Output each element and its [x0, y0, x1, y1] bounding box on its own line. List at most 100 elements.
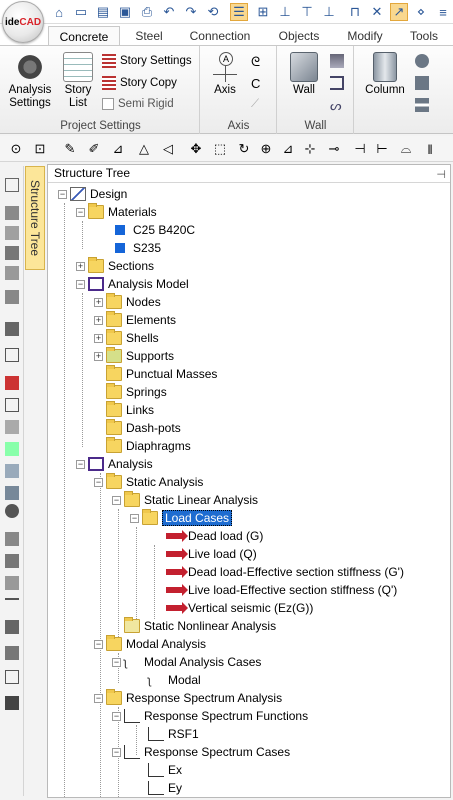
copy-icon[interactable] — [5, 398, 19, 412]
tool-icon[interactable] — [5, 620, 19, 634]
axis-button[interactable]: A Axis — [207, 52, 243, 97]
snap-icon[interactable]: ⊕ — [258, 141, 274, 157]
tree-node-load-case[interactable]: Live load (Q) — [166, 545, 257, 563]
tree-node-modal-analysis[interactable]: − Modal Analysis — [94, 635, 206, 653]
tree-node-material-c25[interactable]: C25 B420C — [112, 221, 195, 239]
collapse-icon[interactable]: − — [76, 279, 85, 289]
stair-icon[interactable] — [5, 532, 19, 546]
expand-icon[interactable]: + — [94, 315, 103, 325]
group-icon[interactable] — [5, 420, 19, 434]
tree-node-load-case[interactable]: Live load-Effective section stiffness (Q… — [166, 581, 397, 599]
diagonal-axis-icon[interactable]: ⟋ — [251, 98, 259, 111]
collapse-icon[interactable]: − — [112, 747, 121, 757]
split-icon[interactable] — [5, 464, 19, 478]
analysis-icon[interactable]: ↗ — [390, 3, 408, 21]
cut-icon[interactable]: ⊣ — [352, 141, 368, 157]
expand-icon[interactable]: + — [94, 333, 103, 343]
expand-icon[interactable]: + — [76, 261, 85, 271]
tab-steel[interactable]: Steel — [126, 26, 172, 46]
arc-axis-icon[interactable]: C — [251, 76, 260, 91]
tree-node-design[interactable]: − Design — [58, 185, 127, 203]
tree-node-response-spectrum[interactable]: − Response Spectrum Analysis — [94, 689, 282, 707]
triangle-icon[interactable]: △ — [136, 141, 152, 157]
tree-node-static-linear[interactable]: − Static Linear Analysis — [112, 491, 258, 509]
tree-node-ex[interactable]: Ex — [148, 761, 182, 779]
tree-node-load-case[interactable]: Dead load (G) — [166, 527, 263, 545]
mirror-icon[interactable]: ⊿ — [280, 141, 296, 157]
round-column-icon[interactable] — [415, 54, 429, 68]
zoom-window-icon[interactable]: ⊡ — [32, 141, 48, 157]
story-list-button[interactable]: Story List — [58, 52, 98, 110]
undo-icon[interactable]: ↶ — [160, 3, 178, 21]
column-button[interactable]: Column — [359, 52, 411, 97]
binoculars-icon[interactable] — [5, 696, 19, 710]
tree-node-rs-cases[interactable]: − Response Spectrum Cases — [112, 743, 290, 761]
collapse-icon[interactable]: − — [94, 693, 103, 703]
span-icon[interactable] — [5, 376, 19, 390]
collapse-icon[interactable]: − — [112, 711, 121, 721]
layer2-icon[interactable] — [5, 226, 19, 240]
document-icon[interactable] — [5, 348, 19, 362]
tree-node-punctual-masses[interactable]: Punctual Masses — [106, 365, 217, 383]
table-icon[interactable] — [5, 290, 19, 304]
plan-icon[interactable]: ⊥ — [276, 3, 294, 21]
wall-button[interactable]: Wall — [284, 52, 324, 97]
tree-node-load-case[interactable]: Dead load-Effective section stiffness (G… — [166, 563, 404, 581]
home-icon[interactable]: ⌂ — [50, 3, 68, 21]
section-icon[interactable]: ⊤ — [298, 3, 316, 21]
open-folder-icon[interactable]: ▤ — [94, 3, 112, 21]
collapse-icon[interactable]: − — [76, 207, 85, 217]
tree-node-diaphragms[interactable]: Diaphragms — [106, 437, 191, 455]
tree-node-load-case[interactable]: Vertical seismic (Ez(G)) — [166, 599, 313, 617]
merge-icon[interactable] — [5, 486, 19, 500]
rect-column-icon[interactable] — [415, 76, 429, 90]
circle-axis-icon[interactable]: ᘓ — [251, 54, 260, 70]
tag-icon[interactable]: ⊿ — [110, 141, 126, 157]
grid-icon[interactable]: ⊞ — [254, 3, 272, 21]
collapse-icon[interactable]: − — [94, 639, 103, 649]
collapse-icon[interactable]: − — [58, 189, 67, 199]
extend-icon[interactable]: ⊢ — [374, 141, 390, 157]
tree-node-load-cases[interactable]: − Load Cases — [130, 509, 233, 527]
collapse-icon[interactable]: − — [76, 459, 85, 469]
more-icon[interactable]: ≡ — [434, 3, 452, 21]
tree-node-material-s235[interactable]: S235 — [112, 239, 161, 257]
app-logo[interactable]: ide CAD — [2, 1, 44, 43]
shape-icon[interactable]: ◁ — [160, 141, 176, 157]
expand-icon[interactable]: + — [94, 297, 103, 307]
tree-node-sections[interactable]: + Sections — [76, 257, 154, 275]
analysis-settings-button[interactable]: Analysis Settings — [8, 52, 52, 110]
tree-node-shells[interactable]: + Shells — [94, 329, 159, 347]
pin-icon[interactable]: ⊣ — [436, 167, 446, 184]
refresh-icon[interactable]: ⟲ — [204, 3, 222, 21]
print-icon[interactable]: ⎙ — [138, 3, 156, 21]
pen-icon[interactable]: ✐ — [86, 141, 102, 157]
layer-icon[interactable] — [5, 206, 19, 220]
slab-icon[interactable] — [5, 266, 19, 280]
structure-view-icon[interactable]: ☰ — [230, 3, 248, 21]
measure-icon[interactable]: ‖ — [422, 141, 438, 157]
tree-node-modal-cases[interactable]: − ʅ Modal Analysis Cases — [112, 653, 261, 671]
box-icon[interactable]: ⬚ — [212, 141, 228, 157]
tree-node-materials[interactable]: − Materials — [76, 203, 157, 221]
collapse-icon[interactable]: − — [94, 477, 103, 487]
save-icon[interactable]: ▣ — [116, 3, 134, 21]
semi-rigid-checkbox[interactable]: Semi Rigid — [102, 98, 174, 110]
model-icon[interactable]: ⋄ — [412, 3, 430, 21]
collapse-icon[interactable]: − — [130, 513, 139, 523]
tree-node-analysis[interactable]: − Analysis — [76, 455, 153, 473]
fillet-icon[interactable]: ⌓ — [398, 141, 414, 157]
level-icon[interactable] — [5, 322, 19, 336]
tree-node-static-analysis[interactable]: − Static Analysis — [94, 473, 203, 491]
pick-icon[interactable]: ✎ — [62, 141, 78, 157]
tree-node-ey[interactable]: Ey — [148, 779, 182, 797]
tree-node-supports[interactable]: + Supports — [94, 347, 174, 365]
tab-concrete[interactable]: Concrete — [48, 26, 120, 46]
expand-icon[interactable]: + — [94, 351, 103, 361]
list-icon[interactable] — [5, 178, 19, 192]
tree-node-springs[interactable]: Springs — [106, 383, 167, 401]
redo-icon[interactable]: ↷ — [182, 3, 200, 21]
hand-icon[interactable] — [5, 576, 19, 590]
center-icon[interactable]: ⊹ — [302, 141, 318, 157]
tree-node-analysis-model[interactable]: − Analysis Model — [76, 275, 189, 293]
